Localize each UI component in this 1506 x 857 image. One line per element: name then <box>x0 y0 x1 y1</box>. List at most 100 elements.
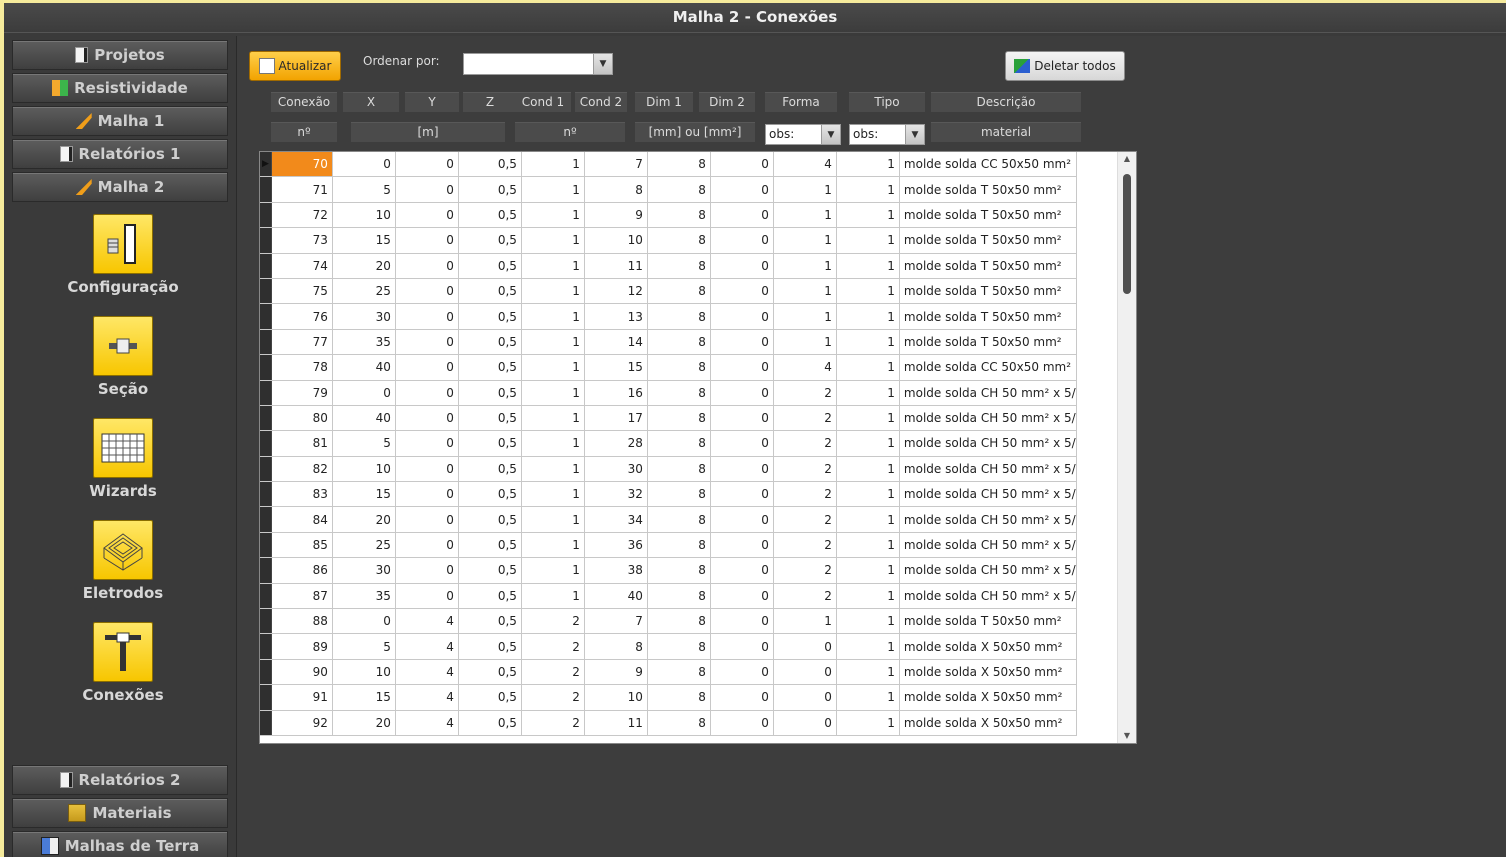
cell-forma[interactable]: 2 <box>773 380 837 406</box>
cell-cond1[interactable]: 1 <box>521 303 585 330</box>
cell-y[interactable]: 0 <box>395 506 459 533</box>
cell-tipo[interactable]: 1 <box>836 481 900 508</box>
row-selector[interactable] <box>260 608 272 635</box>
cell-cond2[interactable]: 11 <box>584 710 648 736</box>
cell-cond2[interactable]: 30 <box>584 456 648 483</box>
cell-cond1[interactable]: 1 <box>521 227 585 254</box>
table-row[interactable]: 85 25 0 0,5 1 36 8 0 2 1 molde solda CH 50 mm² x 5… <box>260 532 1077 559</box>
table-row[interactable]: 73 15 0 0,5 1 10 8 0 1 1 molde solda T 50x50 mm² <box>260 227 1077 254</box>
cell-tipo[interactable]: 1 <box>836 380 900 406</box>
cell-descricao[interactable]: molde solda X 50x50 mm² <box>899 633 1077 660</box>
cell-tipo[interactable]: 1 <box>836 710 900 736</box>
cell-y[interactable]: 4 <box>395 633 459 660</box>
cell-y[interactable]: 4 <box>395 710 459 736</box>
cell-cond1[interactable]: 1 <box>521 557 585 584</box>
cell-z[interactable]: 0,5 <box>458 684 522 711</box>
cell-conexao[interactable]: 86 <box>271 557 333 584</box>
table-row[interactable]: 92 20 4 0,5 2 11 8 0 0 1 molde solda X 50x50 mm² <box>260 710 1077 736</box>
cell-cond1[interactable]: 1 <box>521 430 585 457</box>
cell-x[interactable]: 10 <box>332 659 396 686</box>
cell-conexao[interactable]: 91 <box>271 684 333 711</box>
cell-descricao[interactable]: molde solda T 50x50 mm² <box>899 278 1077 305</box>
cell-tipo[interactable]: 1 <box>836 303 900 330</box>
table-row[interactable]: 88 0 4 0,5 2 7 8 0 1 1 molde solda T 50x50 mm² <box>260 608 1077 635</box>
cell-z[interactable]: 0,5 <box>458 583 522 610</box>
cell-dim1[interactable]: 8 <box>647 456 711 483</box>
forma-filter-select[interactable]: obs: ▼ <box>765 124 841 145</box>
cell-cond1[interactable]: 1 <box>521 583 585 610</box>
cell-z[interactable]: 0,5 <box>458 329 522 356</box>
cell-cond2[interactable]: 7 <box>584 608 648 635</box>
cell-descricao[interactable]: molde solda X 50x50 mm² <box>899 684 1077 711</box>
cell-y[interactable]: 4 <box>395 684 459 711</box>
cell-cond1[interactable]: 1 <box>521 481 585 508</box>
cell-dim2[interactable]: 0 <box>710 253 774 279</box>
cell-cond2[interactable]: 28 <box>584 430 648 457</box>
cell-cond1[interactable]: 1 <box>521 329 585 356</box>
cell-dim1[interactable]: 8 <box>647 608 711 635</box>
cell-cond1[interactable]: 2 <box>521 633 585 660</box>
cell-y[interactable]: 0 <box>395 278 459 305</box>
cell-dim1[interactable]: 8 <box>647 354 711 381</box>
cell-x[interactable]: 20 <box>332 253 396 279</box>
row-selector[interactable] <box>260 176 272 203</box>
cell-descricao[interactable]: molde solda T 50x50 mm² <box>899 253 1077 279</box>
cell-descricao[interactable]: molde solda T 50x50 mm² <box>899 176 1077 203</box>
cell-cond2[interactable]: 13 <box>584 303 648 330</box>
cell-cond1[interactable]: 1 <box>521 152 585 178</box>
table-row[interactable]: 71 5 0 0,5 1 8 8 0 1 1 molde solda T 50x50 mm² <box>260 176 1077 203</box>
cell-y[interactable]: 0 <box>395 456 459 483</box>
cell-conexao[interactable]: 74 <box>271 253 333 279</box>
cell-cond2[interactable]: 14 <box>584 329 648 356</box>
cell-conexao[interactable]: 79 <box>271 380 333 406</box>
cell-z[interactable]: 0,5 <box>458 633 522 660</box>
cell-forma[interactable]: 2 <box>773 583 837 610</box>
cell-tipo[interactable]: 1 <box>836 227 900 254</box>
cell-cond1[interactable]: 1 <box>521 532 585 559</box>
cell-tipo[interactable]: 1 <box>836 583 900 610</box>
cell-cond2[interactable]: 32 <box>584 481 648 508</box>
scroll-down-icon[interactable]: ▼ <box>1118 729 1136 743</box>
cell-x[interactable]: 20 <box>332 710 396 736</box>
tool-conexoes[interactable]: Conexões <box>8 622 238 704</box>
scroll-up-icon[interactable]: ▲ <box>1118 152 1136 166</box>
cell-cond1[interactable]: 2 <box>521 659 585 686</box>
nav-malha-1[interactable]: Malha 1 <box>12 106 228 136</box>
cell-descricao[interactable]: molde solda CH 50 mm² x 5/ <box>899 430 1077 457</box>
cell-dim2[interactable]: 0 <box>710 152 774 178</box>
row-selector[interactable] <box>260 227 272 254</box>
row-selector[interactable] <box>260 430 272 457</box>
cell-conexao[interactable]: 76 <box>271 303 333 330</box>
row-selector[interactable] <box>260 202 272 229</box>
cell-y[interactable]: 0 <box>395 405 459 432</box>
cell-dim1[interactable]: 8 <box>647 303 711 330</box>
nav-malha-2[interactable]: Malha 2 <box>12 172 228 202</box>
cell-dim1[interactable]: 8 <box>647 278 711 305</box>
row-selector[interactable] <box>260 710 272 736</box>
cell-forma[interactable]: 1 <box>773 176 837 203</box>
cell-descricao[interactable]: molde solda CH 50 mm² x 5/ <box>899 456 1077 483</box>
cell-tipo[interactable]: 1 <box>836 152 900 178</box>
cell-dim1[interactable]: 8 <box>647 557 711 584</box>
cell-conexao[interactable]: 80 <box>271 405 333 432</box>
cell-conexao[interactable]: 72 <box>271 202 333 229</box>
cell-y[interactable]: 0 <box>395 253 459 279</box>
cell-descricao[interactable]: molde solda CH 50 mm² x 5/ <box>899 481 1077 508</box>
row-selector[interactable] <box>260 583 272 610</box>
cell-forma[interactable]: 1 <box>773 202 837 229</box>
cell-cond2[interactable]: 8 <box>584 176 648 203</box>
table-row[interactable]: 86 30 0 0,5 1 38 8 0 2 1 molde solda CH 50 mm² x 5… <box>260 557 1077 584</box>
row-selector[interactable] <box>260 633 272 660</box>
cell-dim2[interactable]: 0 <box>710 329 774 356</box>
cell-descricao[interactable]: molde solda CH 50 mm² x 5/ <box>899 506 1077 533</box>
cell-dim2[interactable]: 0 <box>710 456 774 483</box>
tool-eletrodos[interactable]: Eletrodos <box>8 520 238 602</box>
row-selector[interactable] <box>260 481 272 508</box>
table-row[interactable]: 84 20 0 0,5 1 34 8 0 2 1 molde solda CH 50 mm² x 5… <box>260 506 1077 533</box>
cell-z[interactable]: 0,5 <box>458 506 522 533</box>
scroll-thumb[interactable] <box>1123 174 1131 294</box>
cell-y[interactable]: 0 <box>395 202 459 229</box>
cell-x[interactable]: 0 <box>332 608 396 635</box>
table-row[interactable]: 82 10 0 0,5 1 30 8 0 2 1 molde solda CH 50 mm² x 5… <box>260 456 1077 483</box>
cell-z[interactable]: 0,5 <box>458 253 522 279</box>
